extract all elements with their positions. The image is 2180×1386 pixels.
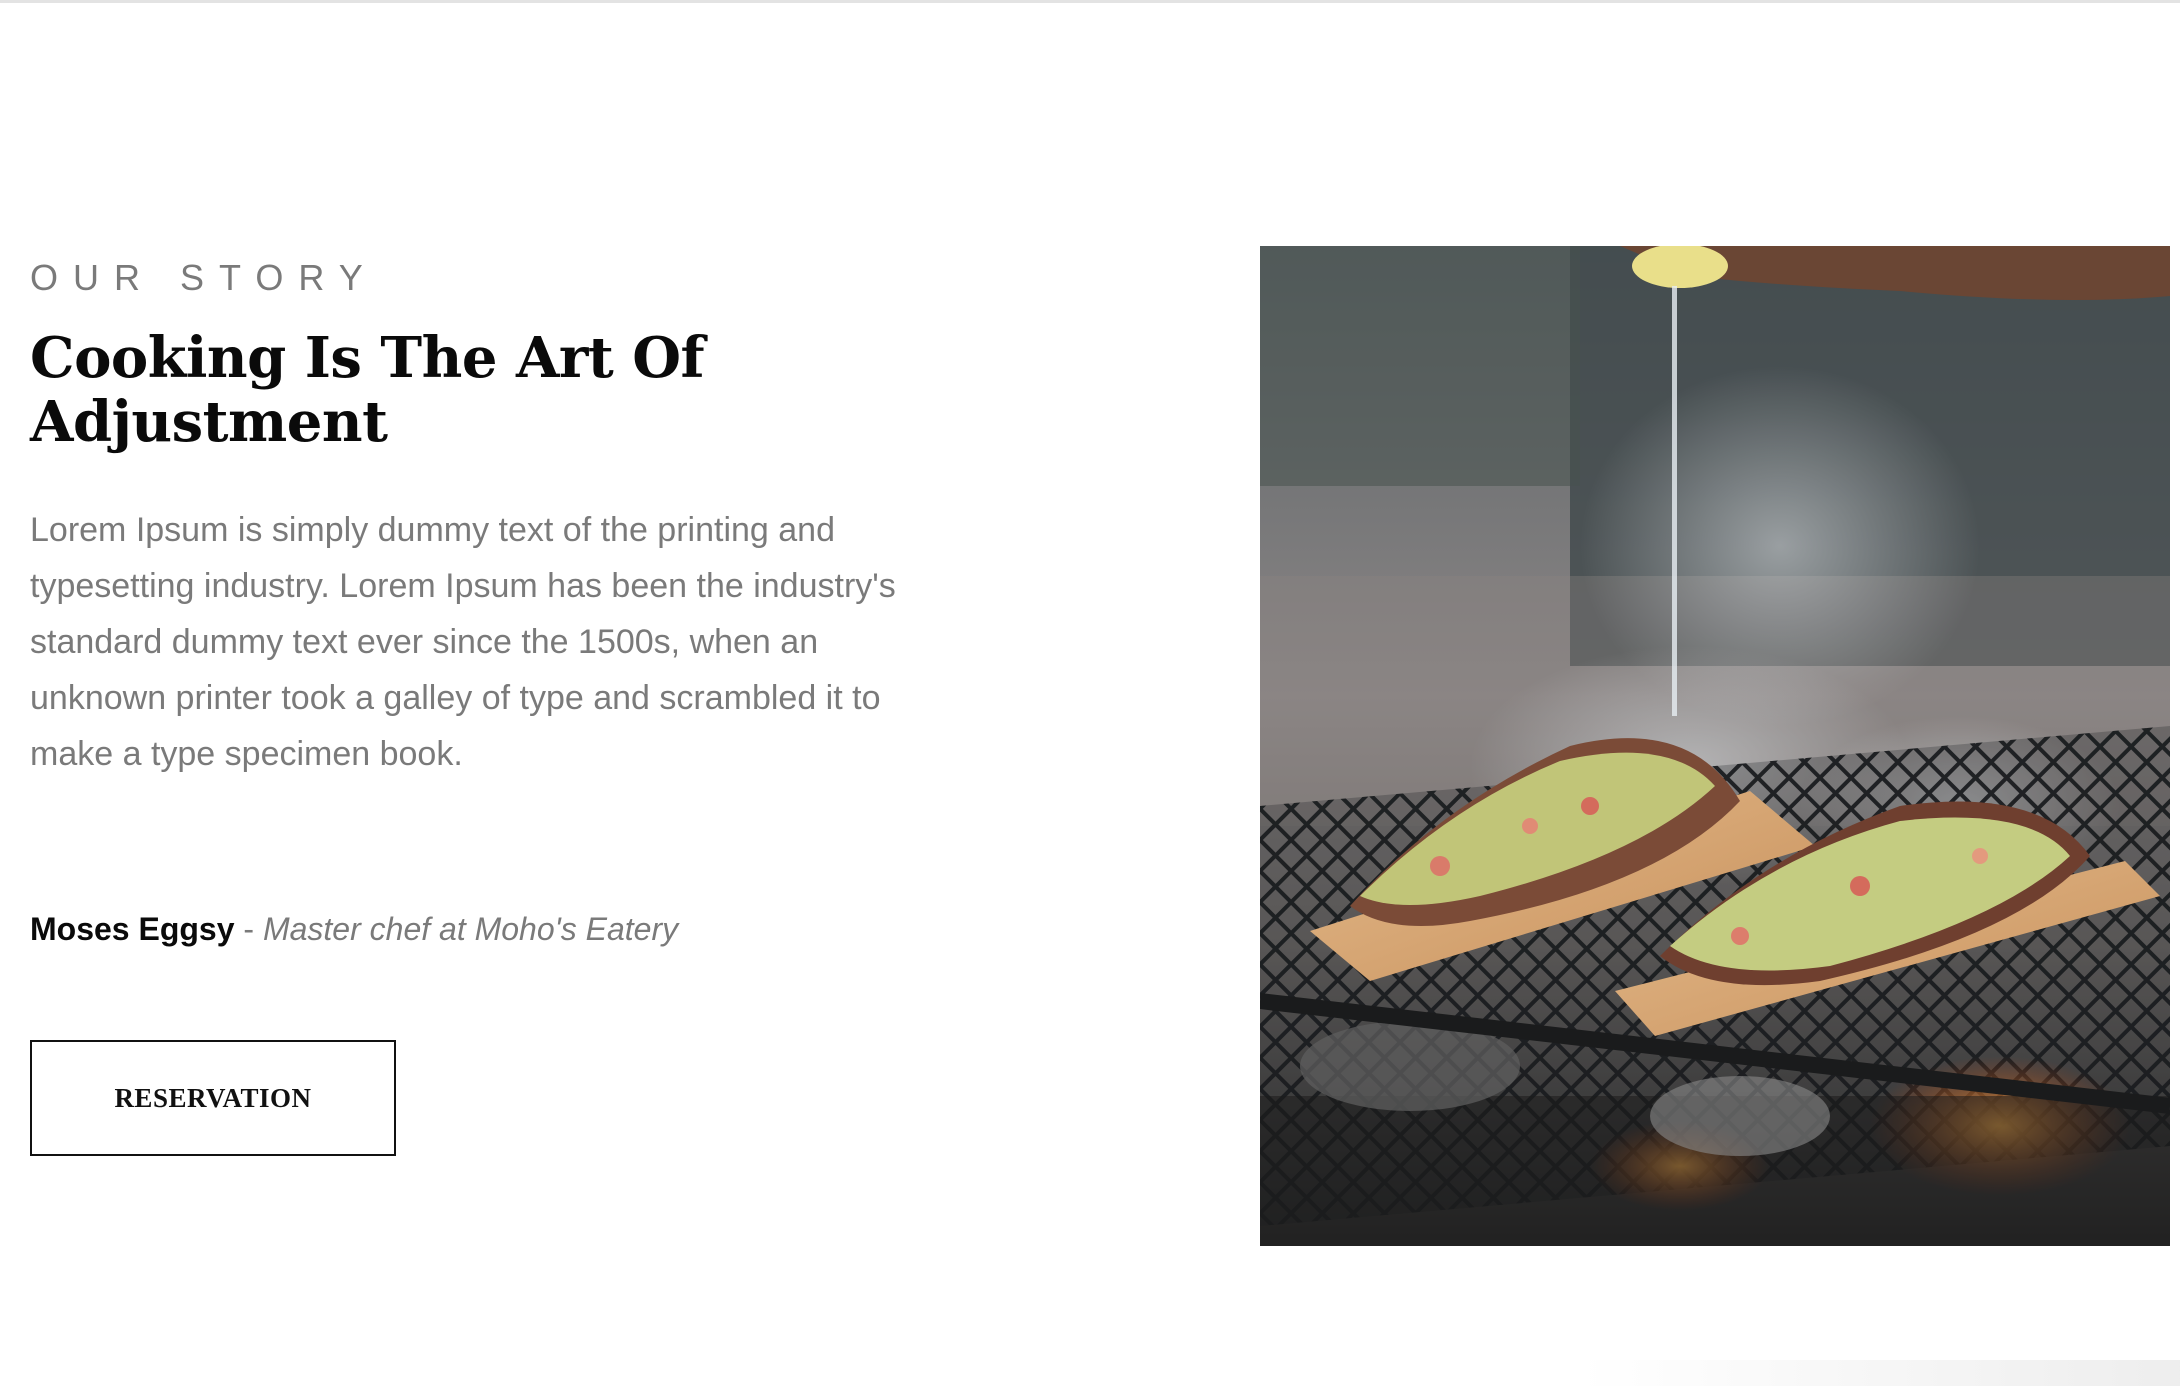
reservation-button[interactable]: RESERVATION xyxy=(30,1040,396,1156)
section-eyebrow: OUR STORY xyxy=(30,257,378,298)
bottom-shadow xyxy=(1580,1360,2180,1386)
story-paragraph: Lorem Ipsum is simply dummy text of the … xyxy=(30,511,896,773)
our-story-section: OUR STORY Cooking Is The Art Of Adjustme… xyxy=(0,0,2180,1386)
chef-role: Master chef at Moho's Eatery xyxy=(262,911,679,947)
chef-name: Moses Eggsy xyxy=(30,911,235,947)
section-title: Cooking Is The Art Of Adjustment xyxy=(30,325,705,455)
signature-separator: - xyxy=(243,911,255,947)
grilled-fish-photo xyxy=(1260,246,2170,1246)
chef-signature: Moses Eggsy - Master chef at Moho's Eate… xyxy=(30,910,678,948)
